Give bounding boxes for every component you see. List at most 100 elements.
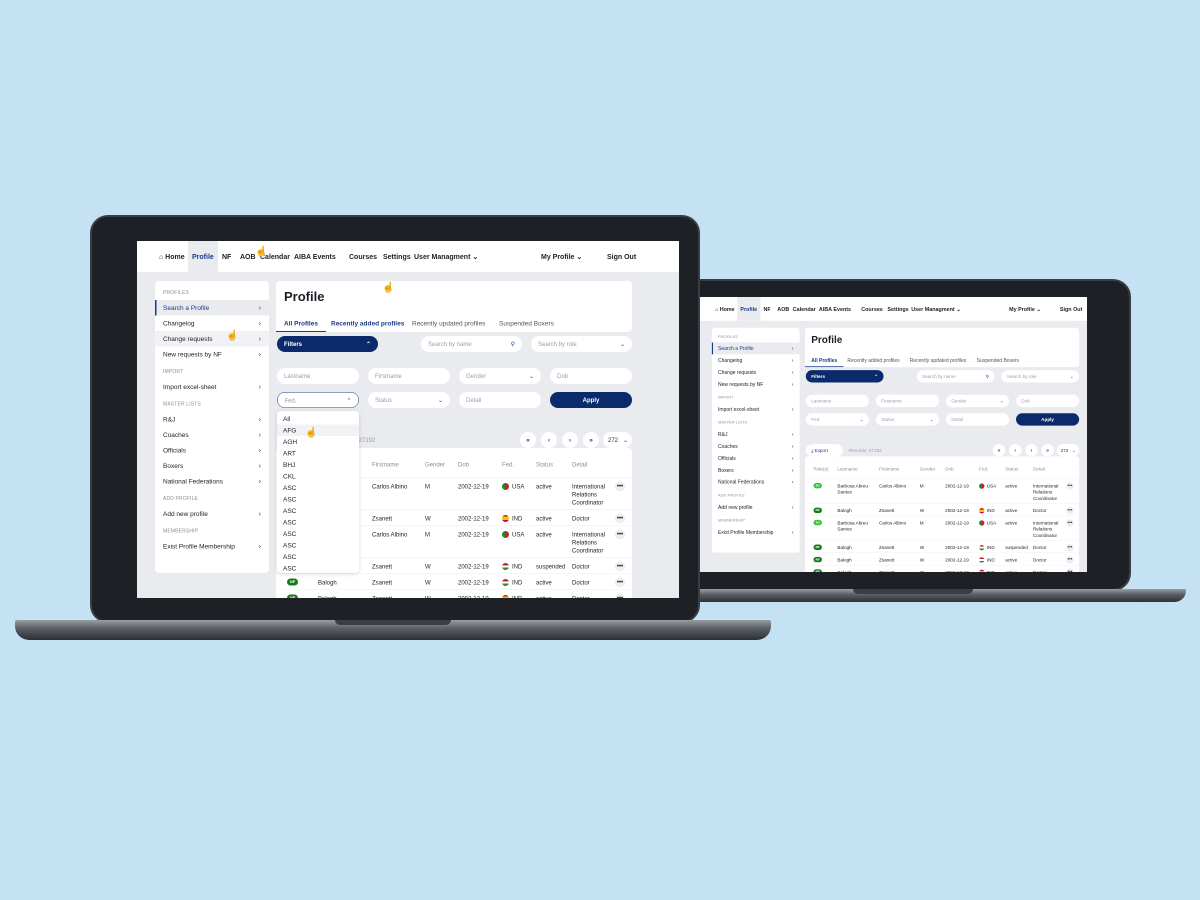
sidebar-item[interactable]: Coaches › (155, 427, 269, 443)
sidebar-item[interactable]: Add new profile › (712, 501, 800, 513)
sidebar-item[interactable]: Boxers › (155, 458, 269, 474)
nav-item-profile[interactable]: Profile (737, 297, 761, 321)
sidebar-item[interactable]: Officials › (155, 443, 269, 459)
next-page-button[interactable]: › (1025, 444, 1038, 457)
fed-option[interactable]: AGH (277, 436, 359, 448)
fed-option[interactable]: BHJ (277, 459, 359, 471)
sidebar-item[interactable]: Officials › (712, 452, 800, 464)
sidebar-item[interactable]: Exist Profile Membership › (712, 526, 800, 538)
nav-item-aiba-events[interactable]: AIBA Events (816, 297, 854, 321)
sidebar-item[interactable]: National Federations › (155, 474, 269, 490)
tab-suspended-boxers[interactable]: Suspended Boxers (491, 315, 562, 332)
sign-out-link[interactable]: Sign Out (1057, 297, 1086, 321)
first-page-button[interactable]: « (520, 432, 536, 448)
sidebar-item[interactable]: Changelog › (155, 316, 269, 332)
tab-all-profiles[interactable]: All Profiles (276, 315, 326, 332)
nav-item-profile[interactable]: Profile (188, 241, 218, 272)
sidebar-item[interactable]: Add new profile › (155, 506, 269, 522)
more-options-icon[interactable]: ••• (1066, 506, 1074, 515)
nav-item-calendar[interactable]: Calendar (790, 297, 819, 321)
sidebar-item[interactable]: Exist Profile Membership › (155, 539, 269, 555)
my-profile-menu[interactable]: My Profile ⌄ (1006, 297, 1044, 321)
detail-input[interactable]: Detail (945, 413, 1010, 426)
sidebar-item[interactable]: Changelog › (712, 354, 800, 366)
tab-recently-added[interactable]: Recently added profiles (323, 315, 412, 332)
gender-select[interactable]: Gender ⌄ (945, 394, 1010, 408)
last-page-button[interactable]: » (583, 432, 599, 448)
sidebar-item[interactable]: R&J › (712, 428, 800, 440)
nav-item-courses[interactable]: Courses (345, 241, 381, 272)
fed-option[interactable]: ASC (277, 551, 359, 563)
sidebar-item[interactable]: Change requests › (712, 366, 800, 378)
more-options-icon[interactable]: ••• (615, 593, 625, 598)
fed-option[interactable]: All (277, 413, 359, 425)
sidebar-item[interactable]: New requests by NF › (712, 378, 800, 390)
prev-page-button[interactable]: ‹ (541, 432, 557, 448)
fed-option[interactable]: ASC (277, 540, 359, 552)
fed-option[interactable]: AFG (277, 424, 359, 436)
search-role-select[interactable]: Search by role ⌄ (531, 336, 632, 352)
tab-recently-updated[interactable]: Recently updated profiles (904, 354, 973, 367)
more-options-icon[interactable]: ••• (615, 481, 625, 492)
my-profile-menu[interactable]: My Profile ⌄ (537, 241, 586, 272)
fed-option[interactable]: ASC (277, 528, 359, 540)
more-options-icon[interactable]: ••• (615, 529, 625, 540)
sidebar-item[interactable]: Coaches › (712, 440, 800, 452)
status-select[interactable]: Status ⌄ (875, 413, 940, 426)
fed-option[interactable]: ASC (277, 494, 359, 506)
filters-toggle[interactable]: Filters ⌃ (277, 336, 378, 352)
dob-input[interactable]: Dob (550, 368, 632, 384)
tab-recently-added[interactable]: Recently added profiles (841, 354, 906, 367)
prev-page-button[interactable]: ‹ (1009, 444, 1022, 457)
firstname-input[interactable]: Firstname (875, 394, 940, 408)
nav-item-nf[interactable]: NF (760, 297, 773, 321)
fed-option[interactable]: ASC (277, 517, 359, 529)
search-name-input[interactable]: Search by name ⚲ (916, 370, 995, 383)
export-button[interactable]: ⤓ Export (805, 444, 843, 457)
sign-out-link[interactable]: Sign Out (603, 241, 640, 272)
nav-item-user-managment[interactable]: User Managment ⌄ (410, 241, 482, 272)
fed-option[interactable]: CKL (277, 471, 359, 483)
more-options-icon[interactable]: ••• (1066, 519, 1074, 527)
more-options-icon[interactable]: ••• (1066, 543, 1074, 552)
sidebar-item[interactable]: Boxers › (712, 464, 800, 476)
fed-option[interactable]: ASC (277, 505, 359, 517)
more-options-icon[interactable]: ••• (615, 513, 625, 524)
lastname-input[interactable]: Lastname (805, 394, 869, 408)
nav-item-user-managment[interactable]: User Managment ⌄ (908, 297, 964, 321)
fed-select[interactable]: Fed. ⌄ (805, 413, 869, 426)
lastname-input[interactable]: Lastname (277, 368, 359, 384)
sidebar-item[interactable]: Import excel-sheet › (712, 403, 800, 415)
firstname-input[interactable]: Firstname (368, 368, 450, 384)
filters-toggle[interactable]: Filters ⌃ (805, 370, 884, 383)
fed-option[interactable]: ASC (277, 482, 359, 494)
page-size-select[interactable]: 272 ⌄ (1056, 444, 1080, 457)
page-size-select[interactable]: 272 ⌄ (603, 432, 632, 448)
fed-option[interactable]: ASC (277, 563, 359, 574)
nav-item-nf[interactable]: NF (218, 241, 235, 272)
nav-item-home[interactable]: ⌂ Home (712, 297, 738, 321)
more-options-icon[interactable]: ••• (1066, 482, 1074, 490)
fed-select[interactable]: Fed. ⌃ (277, 392, 359, 408)
tab-all-profiles[interactable]: All Profiles (805, 354, 844, 368)
nav-item-home[interactable]: ⌂ Home (155, 241, 189, 272)
detail-input[interactable]: Detail (459, 392, 541, 408)
search-role-select[interactable]: Search by role ⌄ (1001, 370, 1080, 383)
sidebar-item[interactable]: Import excel-sheet › (155, 379, 269, 395)
sidebar-item[interactable]: R&J › (155, 412, 269, 428)
first-page-button[interactable]: « (992, 444, 1006, 457)
gender-select[interactable]: Gender ⌄ (459, 368, 541, 384)
sidebar-item[interactable]: Change requests › (155, 331, 269, 347)
apply-button[interactable]: Apply (1016, 413, 1080, 426)
status-select[interactable]: Status ⌄ (368, 392, 450, 408)
sidebar-item[interactable]: National Federations › (712, 476, 800, 488)
nav-item-aiba-events[interactable]: AIBA Events (290, 241, 340, 272)
fed-option[interactable]: ART (277, 448, 359, 460)
more-options-icon[interactable]: ••• (1066, 568, 1074, 572)
next-page-button[interactable]: › (562, 432, 578, 448)
more-options-icon[interactable]: ••• (615, 561, 625, 572)
tab-suspended-boxers[interactable]: Suspended Boxers (971, 354, 1026, 367)
dob-input[interactable]: Dob (1016, 394, 1080, 408)
apply-button[interactable]: Apply (550, 392, 632, 408)
more-options-icon[interactable]: ••• (615, 577, 625, 588)
